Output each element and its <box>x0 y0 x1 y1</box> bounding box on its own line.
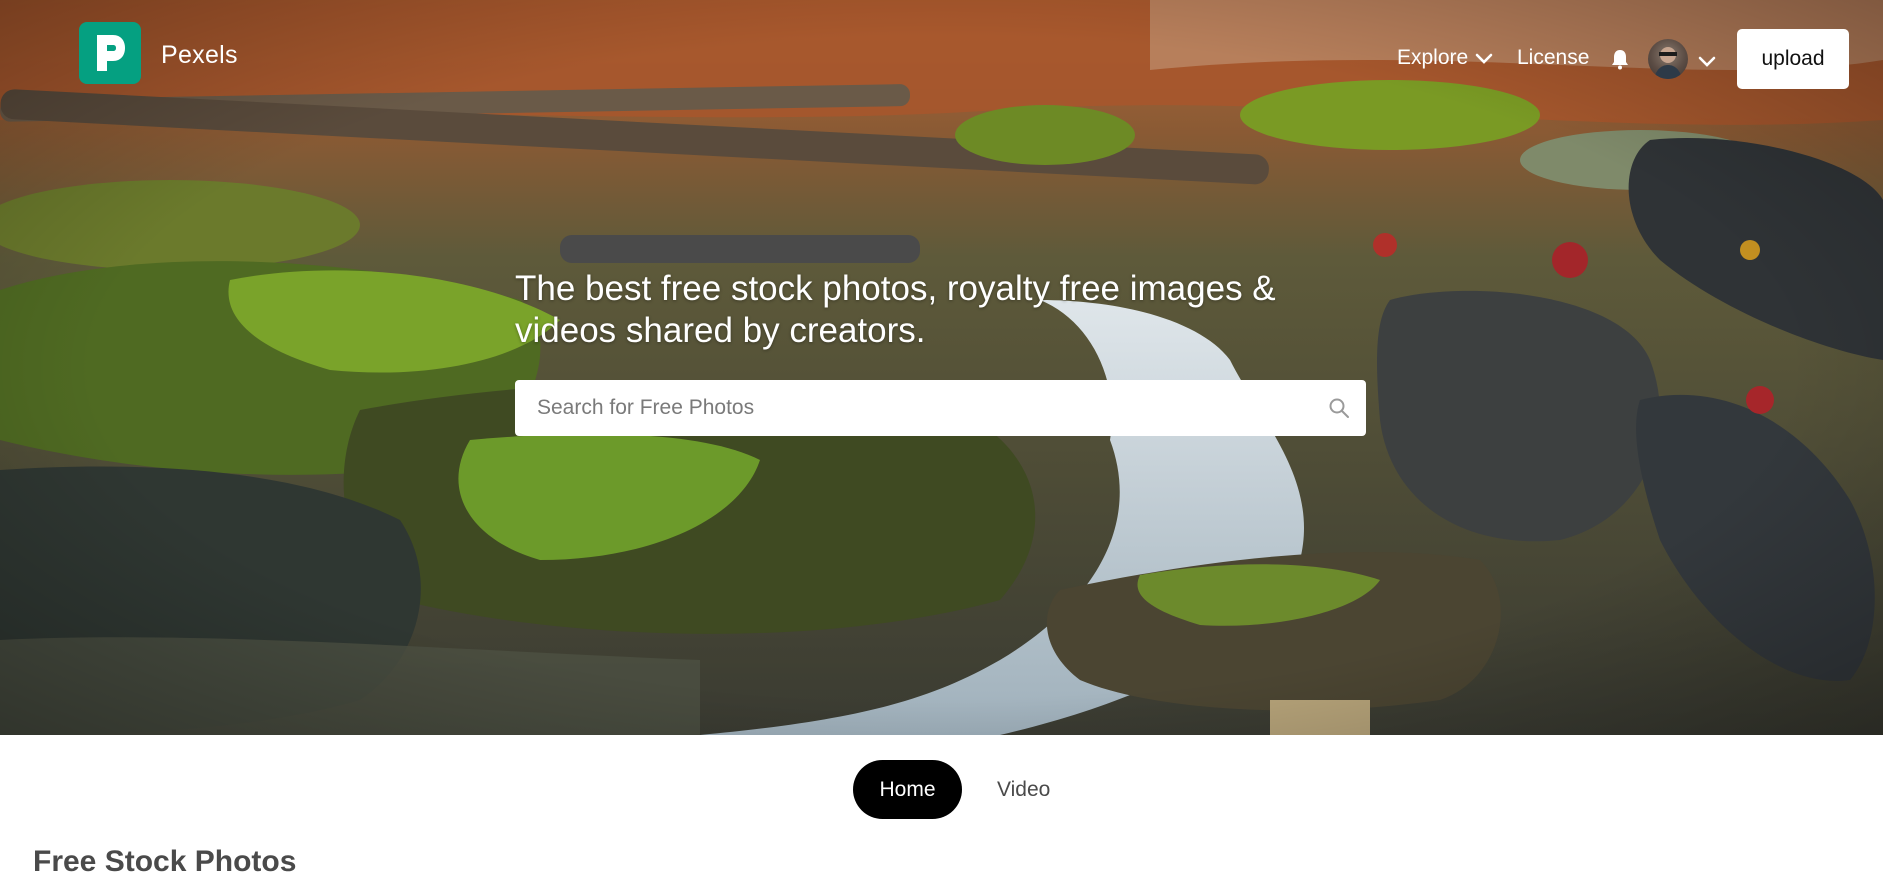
upload-button[interactable]: upload <box>1737 29 1849 89</box>
search-icon[interactable] <box>1328 397 1350 419</box>
search-input[interactable] <box>537 396 1297 420</box>
nav-license-label: License <box>1517 46 1590 69</box>
pexels-logo-glyph <box>97 35 125 71</box>
nav-license[interactable]: License <box>1517 46 1589 70</box>
bell-icon[interactable] <box>1610 48 1630 70</box>
hero-banner: Pexels Explore License upload The best f… <box>0 0 1883 735</box>
search-bar <box>515 380 1366 436</box>
nav-explore[interactable]: Explore <box>1397 46 1494 70</box>
hero-background-image <box>0 0 1883 735</box>
tab-home[interactable]: Home <box>853 760 962 819</box>
chevron-down-icon[interactable] <box>1697 51 1717 71</box>
section-title: Free Stock Photos <box>33 845 297 878</box>
hero-headline: The best free stock photos, royalty free… <box>515 269 1276 350</box>
tab-video[interactable]: Video <box>997 760 1050 819</box>
avatar-image <box>1654 47 1682 79</box>
pexels-logo-icon[interactable] <box>79 22 141 84</box>
brand-name[interactable]: Pexels <box>161 41 238 70</box>
nav-explore-label: Explore <box>1397 46 1469 69</box>
chevron-down-icon <box>1475 53 1493 64</box>
avatar[interactable] <box>1648 39 1688 79</box>
